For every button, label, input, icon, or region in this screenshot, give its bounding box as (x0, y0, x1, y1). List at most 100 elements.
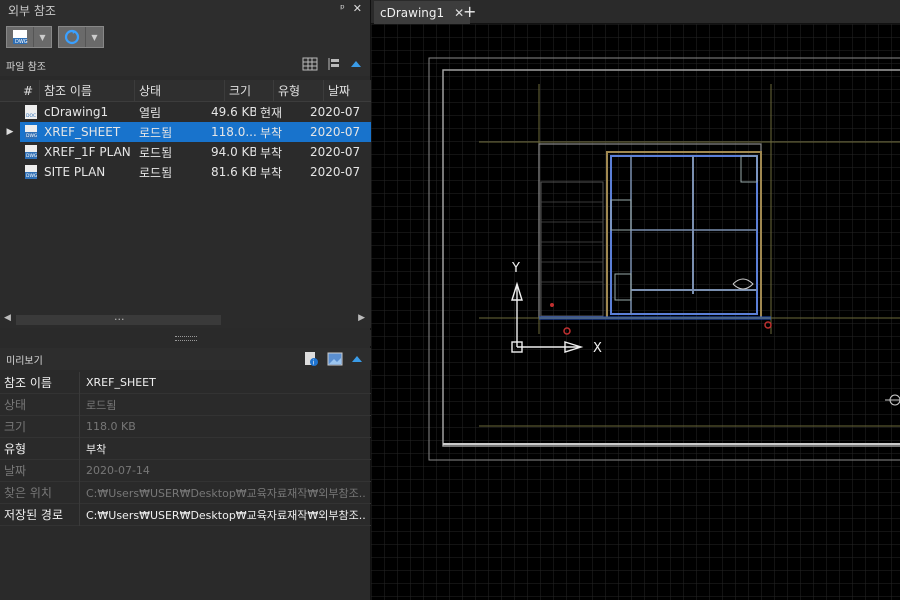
dwg-file-icon: DWG (25, 165, 38, 180)
palette-title: 외부 참조 (8, 3, 56, 18)
tree-view-icon[interactable] (326, 57, 342, 71)
type-cell: 부착 (260, 145, 283, 160)
status-cell: 로드됨 (139, 145, 173, 160)
ucs-y-label: Y (511, 261, 520, 276)
scroll-left-icon[interactable]: ◀ (4, 313, 11, 323)
drawing-viewport[interactable]: Y X (371, 24, 900, 600)
xref-toolbar: DWG ▼ ▼ (0, 20, 370, 54)
preview-image-icon[interactable] (327, 352, 343, 366)
size-cell: 118.0... (211, 125, 256, 139)
size-cell: 94.0 KB (211, 145, 256, 159)
preview-properties: 참조 이름 XREF_SHEET 상태 로드됨 크기 118.0 KB 유형 부착 날짜… (0, 371, 371, 526)
file-references-header[interactable]: 파일 참조 (0, 54, 370, 76)
prop-key: 날짜 (0, 459, 80, 482)
col-type[interactable]: 유형 (274, 80, 324, 101)
prop-value: 로드됨 (86, 398, 117, 412)
col-size[interactable]: 크기 (225, 80, 274, 101)
dwg-attach-icon: DWG (7, 27, 33, 47)
table-row[interactable]: DWG XREF_1F PLAN 로드됨 94.0 KB 부착 2020-07 (0, 142, 371, 162)
scroll-dots: ... (114, 310, 125, 323)
prop-value: 2020-07-14 (86, 464, 150, 477)
refresh-button[interactable]: ▼ (58, 26, 104, 48)
status-cell: 로드됨 (139, 165, 173, 180)
status-cell: 로드됨 (139, 125, 173, 140)
refresh-icon (59, 27, 85, 47)
ucs-x-label: X (593, 341, 602, 356)
collapse-up-icon[interactable] (351, 354, 363, 364)
attach-dwg-button[interactable]: DWG ▼ (6, 26, 52, 48)
collapse-up-icon[interactable] (350, 59, 362, 69)
col-ref-name[interactable]: 참조 이름 (40, 80, 135, 101)
current-row-arrow-icon: ▶ (6, 127, 14, 137)
prop-row: 크기 118.0 KB (0, 415, 371, 438)
status-cell: 열림 (139, 105, 162, 120)
table-row[interactable]: DOC cDrawing1 열림 49.6 KB 현재 2020-07 (0, 102, 371, 122)
chevron-down-icon[interactable]: ▼ (85, 27, 103, 47)
prop-key: 유형 (0, 437, 80, 460)
grip-icon (174, 335, 197, 341)
prop-value: C:₩Users₩USER₩Desktop₩교육자료재작₩외부참조... (86, 508, 366, 522)
file-references-table: # 참조 이름 상태 크기 유형 날짜 DOC cDrawing1 열림 49.6… (0, 80, 371, 312)
list-view-icon[interactable] (302, 57, 318, 71)
document-tab-bar: cDrawing1 ✕ + (371, 0, 900, 24)
prop-row: 상태 로드됨 (0, 393, 371, 416)
scroll-right-icon[interactable]: ▶ (358, 313, 365, 323)
prop-value: 118.0 KB (86, 420, 136, 433)
preview-label: 미리보기 (6, 355, 43, 367)
prop-row: 유형 부착 (0, 437, 371, 460)
drawing-canvas[interactable]: Y X (371, 24, 900, 600)
panel-splitter[interactable] (0, 330, 371, 346)
xref-palette: 외부 참조 ᵖ ✕ DWG ▼ ▼ 파일 참조 # 참조 이름 상태 크기 유형… (0, 0, 371, 600)
svg-text:DWG: DWG (26, 133, 38, 139)
svg-text:DOC: DOC (26, 113, 36, 119)
svg-text:DWG: DWG (26, 153, 38, 159)
pin-icon[interactable]: ᵖ (340, 2, 345, 15)
prop-row: 참조 이름 XREF_SHEET (0, 371, 371, 394)
prop-value: XREF_SHEET (86, 376, 156, 389)
tab-cdrawing1[interactable]: cDrawing1 ✕ (374, 1, 470, 24)
preview-header[interactable]: 미리보기 i (0, 348, 371, 370)
palette-title-bar: 외부 참조 ᵖ ✕ (0, 0, 370, 20)
svg-text:DWG: DWG (26, 173, 38, 179)
date-cell: 2020-07 (310, 145, 361, 159)
date-cell: 2020-07 (310, 105, 361, 119)
table-header: # 참조 이름 상태 크기 유형 날짜 (0, 80, 371, 102)
ref-name-cell: DWG XREF_1F PLAN (25, 144, 131, 160)
dwg-file-icon: DOC (25, 105, 37, 120)
type-cell: 부착 (260, 125, 283, 140)
horizontal-scrollbar[interactable]: ◀ ... ▶ (0, 310, 371, 328)
chevron-down-icon[interactable]: ▼ (33, 27, 51, 47)
type-cell: 현재 (260, 105, 283, 120)
col-index[interactable]: # (0, 80, 40, 101)
prop-row: 날짜 2020-07-14 (0, 459, 371, 482)
table-row[interactable]: DWG SITE PLAN 로드됨 81.6 KB 부착 2020-07 (0, 162, 371, 182)
prop-row: 찾은 위치 C:₩Users₩USER₩Desktop₩교육자료재작₩외부참조..… (0, 481, 371, 504)
prop-key: 상태 (0, 393, 80, 416)
date-cell: 2020-07 (310, 165, 361, 179)
ref-name-cell: DWG SITE PLAN (25, 164, 106, 180)
svg-text:DWG: DWG (15, 39, 28, 45)
date-cell: 2020-07 (310, 125, 361, 139)
prop-value: 부착 (86, 442, 107, 456)
prop-value: C:₩Users₩USER₩Desktop₩교육자료재작₩외부참조... (86, 486, 366, 500)
details-info-icon[interactable]: i (303, 351, 319, 367)
file-references-label: 파일 참조 (6, 61, 46, 73)
dwg-file-icon: DWG (25, 145, 38, 160)
ref-name-cell: DWG XREF_SHEET (25, 124, 121, 140)
type-cell: 부착 (260, 165, 283, 180)
add-tab-button[interactable]: + (463, 2, 476, 21)
prop-key: 참조 이름 (0, 371, 80, 394)
prop-key: 크기 (0, 415, 80, 438)
table-row-selected[interactable]: ▶ DWG XREF_SHEET 로드됨 118.0... 부착 2020-07 (0, 122, 371, 142)
dwg-file-icon: DWG (25, 125, 38, 140)
close-icon[interactable]: ✕ (353, 2, 362, 15)
tab-label: cDrawing1 (380, 5, 445, 20)
col-date[interactable]: 날짜 (324, 80, 371, 101)
prop-key: 저장된 경로 (0, 503, 80, 526)
size-cell: 81.6 KB (211, 165, 256, 179)
col-status[interactable]: 상태 (135, 80, 225, 101)
ref-name-cell: DOC cDrawing1 (25, 104, 109, 120)
size-cell: 49.6 KB (211, 105, 256, 119)
prop-key: 찾은 위치 (0, 481, 80, 504)
prop-row: 저장된 경로 C:₩Users₩USER₩Desktop₩교육자료재작₩외부참조.… (0, 503, 371, 526)
